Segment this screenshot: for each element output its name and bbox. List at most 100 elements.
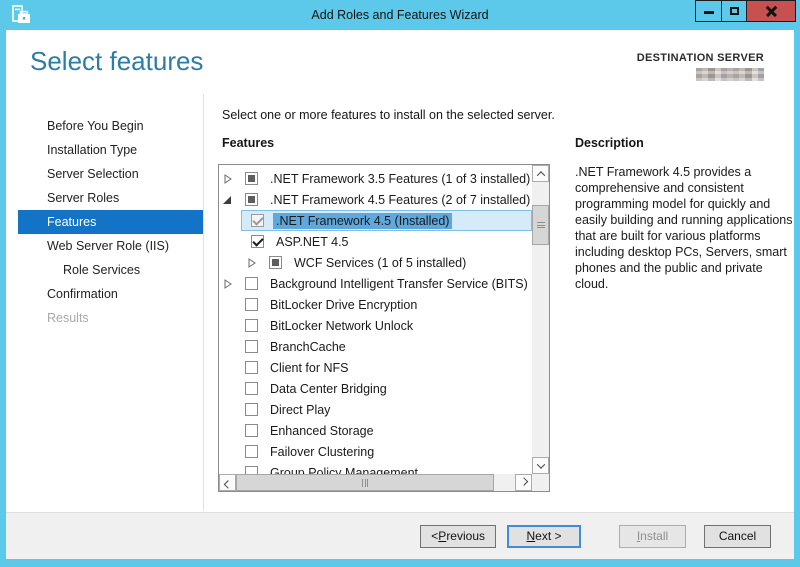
checkbox-unchecked[interactable] xyxy=(245,466,258,474)
tree-item-label: Group Policy Management xyxy=(267,465,421,475)
horizontal-scrollbar-thumb[interactable] xyxy=(236,474,494,491)
next-button-suffix: ext > xyxy=(535,529,561,543)
tree-item-label: BitLocker Network Unlock xyxy=(267,318,416,334)
checkbox-unchecked[interactable] xyxy=(245,298,258,311)
previous-button-prefix: < xyxy=(431,529,438,543)
tree-item-label: BitLocker Drive Encryption xyxy=(267,297,420,313)
nav-features[interactable]: Features xyxy=(18,210,203,234)
maximize-button[interactable] xyxy=(721,1,746,21)
tree-item[interactable]: .NET Framework 3.5 Features (1 of 3 inst… xyxy=(219,168,532,189)
tree-item-label: Direct Play xyxy=(267,402,333,418)
destination-server-name-redacted xyxy=(696,68,764,81)
nav-installation-type[interactable]: Installation Type xyxy=(6,138,203,162)
previous-button[interactable]: < Previous xyxy=(420,525,496,548)
scroll-left-button[interactable] xyxy=(219,474,236,491)
tree-item-label: Client for NFS xyxy=(267,360,352,376)
checkbox-unchecked[interactable] xyxy=(245,424,258,437)
checkbox-unchecked[interactable] xyxy=(245,340,258,353)
sidebar-separator xyxy=(203,94,204,511)
tree-item-label: WCF Services (1 of 5 installed) xyxy=(291,255,469,271)
destination-server-block: DESTINATION SERVER xyxy=(637,52,764,81)
horizontal-scrollbar[interactable] xyxy=(219,474,532,491)
chevron-right-icon xyxy=(519,477,527,485)
close-icon xyxy=(765,5,778,18)
tree-item[interactable]: BitLocker Network Unlock xyxy=(219,315,532,336)
checkbox-checked-disabled xyxy=(251,214,264,227)
checkbox-unchecked[interactable] xyxy=(245,319,258,332)
nav-server-roles[interactable]: Server Roles xyxy=(6,186,203,210)
tree-item[interactable]: BranchCache xyxy=(219,336,532,357)
next-button[interactable]: Next > xyxy=(507,525,581,548)
checkbox-unchecked[interactable] xyxy=(245,382,258,395)
vertical-scrollbar[interactable] xyxy=(532,165,549,474)
previous-button-mnemonic: P xyxy=(438,529,446,543)
nav-server-selection[interactable]: Server Selection xyxy=(6,162,203,186)
minimize-button[interactable] xyxy=(696,1,721,21)
install-button: Install xyxy=(619,525,686,548)
expand-arrow-collapsed-icon[interactable] xyxy=(223,279,245,289)
window-title: Add Roles and Features Wizard xyxy=(0,0,800,30)
thumb-grip-icon xyxy=(362,479,368,487)
wizard-footer: < Previous Next > Install Cancel xyxy=(6,512,794,559)
chevron-left-icon xyxy=(223,480,231,488)
features-list-title: Features xyxy=(222,136,274,150)
tree-item[interactable]: Direct Play xyxy=(219,399,532,420)
scroll-up-button[interactable] xyxy=(532,165,549,182)
tree-item[interactable]: ASP.NET 4.5 xyxy=(219,231,532,252)
expand-arrow-collapsed-icon[interactable] xyxy=(247,258,269,268)
minimize-icon xyxy=(704,11,714,14)
nav-confirmation[interactable]: Confirmation xyxy=(6,282,203,306)
tree-item[interactable]: Data Center Bridging xyxy=(219,378,532,399)
tree-item-clipped[interactable]: Group Policy Management xyxy=(219,462,532,474)
chevron-down-icon xyxy=(536,460,544,468)
scroll-right-button[interactable] xyxy=(515,474,532,491)
tree-item-label: ASP.NET 4.5 xyxy=(273,234,352,250)
checkbox-unchecked[interactable] xyxy=(245,361,258,374)
scroll-down-button[interactable] xyxy=(532,457,549,474)
page-title: Select features xyxy=(30,46,203,77)
thumb-grip-icon xyxy=(537,222,545,228)
tree-item-label: BranchCache xyxy=(267,339,349,355)
tree-item-label: Background Intelligent Transfer Service … xyxy=(267,276,531,292)
expand-arrow-expanded-icon[interactable] xyxy=(223,195,245,205)
tree-item-label: Failover Clustering xyxy=(267,444,377,460)
wizard-window: Add Roles and Features Wizard Select fea… xyxy=(0,0,800,567)
tree-item-label: .NET Framework 3.5 Features (1 of 3 inst… xyxy=(267,171,532,187)
nav-results: Results xyxy=(6,306,203,330)
description-title: Description xyxy=(575,136,644,150)
checkbox-unchecked[interactable] xyxy=(245,445,258,458)
checkbox-unchecked[interactable] xyxy=(245,403,258,416)
tree-item[interactable]: Enhanced Storage xyxy=(219,420,532,441)
vertical-scrollbar-thumb[interactable] xyxy=(532,205,549,245)
checkbox-unchecked[interactable] xyxy=(245,277,258,290)
close-button[interactable] xyxy=(746,1,795,21)
checkbox-indeterminate[interactable] xyxy=(269,256,282,269)
next-button-mnemonic: N xyxy=(526,529,535,543)
tree-item-label: .NET Framework 4.5 (Installed) xyxy=(273,213,452,229)
destination-server-label: DESTINATION SERVER xyxy=(637,52,764,64)
features-listbox: .NET Framework 3.5 Features (1 of 3 inst… xyxy=(218,164,550,492)
tree-item[interactable]: WCF Services (1 of 5 installed) xyxy=(219,252,532,273)
checkbox-checked[interactable] xyxy=(251,235,264,248)
tree-item[interactable]: .NET Framework 4.5 Features (2 of 7 inst… xyxy=(219,189,532,210)
tree-item[interactable]: Background Intelligent Transfer Service … xyxy=(219,273,532,294)
description-text: .NET Framework 4.5 provides a comprehens… xyxy=(575,164,795,292)
scrollbar-corner xyxy=(532,474,549,491)
wizard-steps-nav: Before You Begin Installation Type Serve… xyxy=(6,114,203,330)
nav-before-you-begin[interactable]: Before You Begin xyxy=(6,114,203,138)
expand-arrow-collapsed-icon[interactable] xyxy=(223,174,245,184)
instruction-text: Select one or more features to install o… xyxy=(222,108,555,122)
checkbox-indeterminate[interactable] xyxy=(245,193,258,206)
tree-item[interactable]: Failover Clustering xyxy=(219,441,532,462)
features-tree: .NET Framework 3.5 Features (1 of 3 inst… xyxy=(219,165,532,474)
titlebar[interactable]: Add Roles and Features Wizard xyxy=(0,0,800,30)
checkbox-indeterminate[interactable] xyxy=(245,172,258,185)
tree-item-selected[interactable]: .NET Framework 4.5 (Installed) xyxy=(219,210,532,231)
cancel-button[interactable]: Cancel xyxy=(704,525,771,548)
nav-role-services[interactable]: Role Services xyxy=(6,258,203,282)
nav-web-server-role-iis[interactable]: Web Server Role (IIS) xyxy=(6,234,203,258)
tree-item[interactable]: BitLocker Drive Encryption xyxy=(219,294,532,315)
tree-item[interactable]: Client for NFS xyxy=(219,357,532,378)
previous-button-suffix: revious xyxy=(446,529,485,543)
window-controls xyxy=(695,0,796,22)
